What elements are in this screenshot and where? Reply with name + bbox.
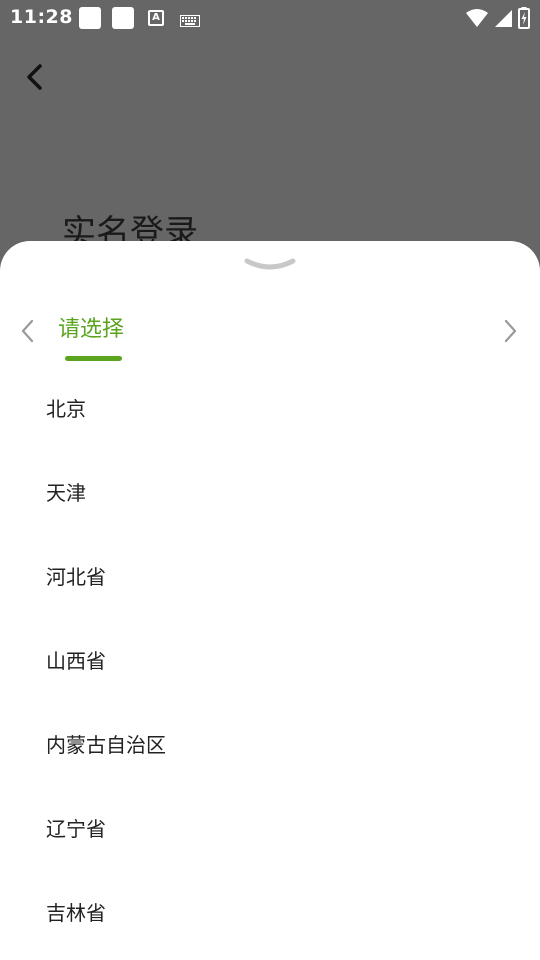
- active-tab-indicator: [65, 356, 122, 361]
- tab-bar: 请选择: [0, 301, 540, 367]
- wifi-icon: [466, 9, 488, 27]
- chevron-down-icon[interactable]: [244, 255, 296, 273]
- region-list: 北京 天津 河北省 山西省 内蒙古自治区 辽宁省 吉林省: [0, 367, 540, 955]
- region-item[interactable]: 辽宁省: [0, 787, 540, 871]
- screen: 11:28 A 实名登录 请选择 北京 天津 河北省 山西省 内蒙古自治区 辽宁…: [0, 0, 540, 960]
- text-a-icon: A: [148, 10, 164, 26]
- keyboard-icon: [180, 12, 200, 31]
- region-picker-sheet: 请选择 北京 天津 河北省 山西省 内蒙古自治区 辽宁省 吉林省: [0, 241, 540, 960]
- cellular-signal-icon: [495, 10, 512, 27]
- status-time: 11:28: [10, 6, 73, 28]
- tab-please-select[interactable]: 请选择: [58, 311, 124, 343]
- region-item[interactable]: 河北省: [0, 535, 540, 619]
- region-item[interactable]: 山西省: [0, 619, 540, 703]
- notification-square-icon: [112, 7, 134, 29]
- region-item[interactable]: 天津: [0, 451, 540, 535]
- status-bar: 11:28 A: [0, 0, 540, 36]
- chevron-left-icon[interactable]: [16, 317, 40, 345]
- region-item[interactable]: 吉林省: [0, 871, 540, 955]
- chevron-right-icon[interactable]: [498, 317, 522, 345]
- region-item[interactable]: 内蒙古自治区: [0, 703, 540, 787]
- region-item[interactable]: 北京: [0, 367, 540, 451]
- system-icons: [466, 7, 530, 29]
- back-arrow-icon[interactable]: [20, 60, 50, 94]
- battery-charging-icon: [518, 7, 530, 29]
- notification-square-icon: [79, 7, 101, 29]
